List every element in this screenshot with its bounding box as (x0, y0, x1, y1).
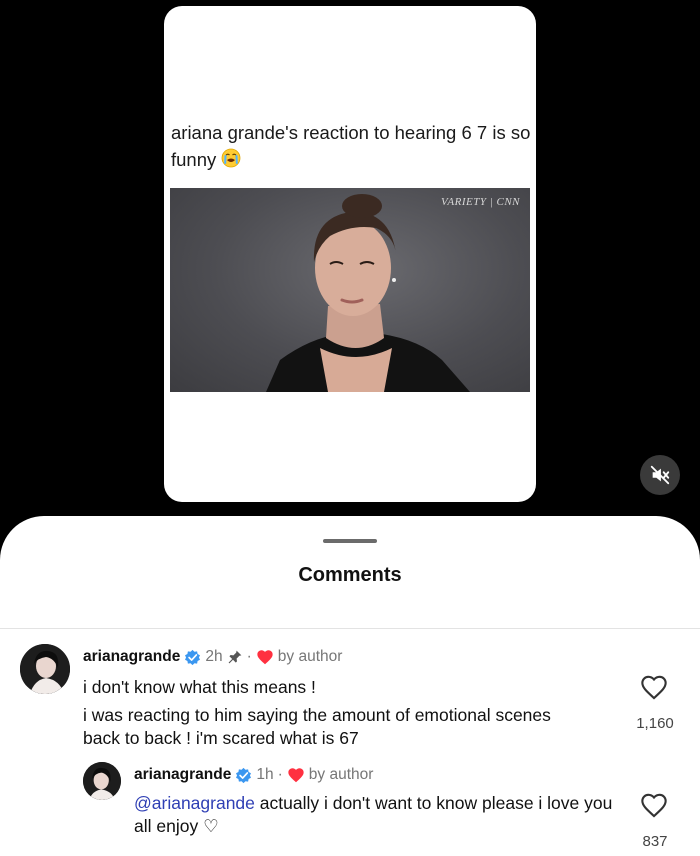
post-card: ariana grande's reaction to hearing 6 7 … (164, 6, 536, 502)
comment-header: arianagrande 2h · by author (83, 648, 342, 666)
avatar-image (83, 762, 121, 800)
liked-by-author-label: by author (277, 648, 343, 665)
sheet-divider (0, 628, 700, 629)
comment-time: 1h (256, 766, 274, 783)
verified-badge-icon (185, 649, 201, 665)
avatar[interactable] (83, 762, 121, 800)
meta-separator: · (246, 648, 252, 665)
person-silhouette (266, 194, 470, 392)
speaker-muted-icon (650, 465, 670, 485)
like-count: 837 (642, 833, 668, 850)
reply-text: @arianagrande actually i don't want to k… (134, 792, 614, 838)
comments-sheet: Comments arianagrande 2h · by author i d… (0, 516, 700, 856)
comment-time: 2h (205, 648, 223, 665)
like-heart-icon[interactable] (640, 792, 668, 818)
video-frame: VARIETY | CNN (170, 188, 530, 392)
loudly-crying-face-icon (221, 148, 241, 175)
avatar-image (20, 644, 70, 694)
comment-text: i don't know what this means ! (83, 677, 316, 697)
comments-title: Comments (298, 564, 402, 586)
comment-username[interactable]: arianagrande (83, 648, 180, 666)
avatar[interactable] (20, 644, 70, 694)
liked-by-author-label: by author (308, 766, 374, 783)
like-count: 1,160 (636, 715, 674, 732)
mention-link[interactable]: @arianagrande (134, 793, 255, 813)
reply-header: arianagrande 1h · by author (134, 766, 373, 784)
video-player[interactable]: ariana grande's reaction to hearing 6 7 … (0, 0, 700, 540)
meta-separator: · (277, 766, 283, 783)
mute-button[interactable] (640, 455, 680, 495)
like-heart-icon[interactable] (640, 674, 668, 700)
pin-icon (228, 650, 242, 664)
author-heart-icon (288, 768, 304, 783)
post-caption: ariana grande's reaction to hearing 6 7 … (171, 119, 531, 175)
author-heart-icon (257, 650, 273, 665)
comment-username[interactable]: arianagrande (134, 766, 231, 784)
sheet-grabber[interactable] (323, 539, 377, 543)
verified-badge-icon (236, 767, 252, 783)
comment-text-continued: i was reacting to him saying the amount … (83, 705, 551, 748)
